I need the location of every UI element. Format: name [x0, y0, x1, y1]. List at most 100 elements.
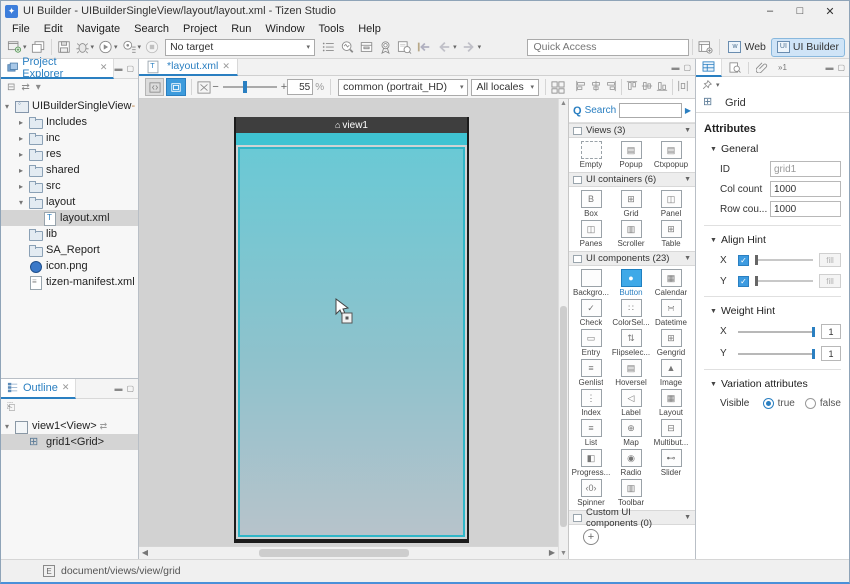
- design-canvas[interactable]: ⌂ view1: [139, 99, 558, 546]
- palette-item[interactable]: ⇅ Flipselec...: [611, 329, 651, 359]
- slider-handle[interactable]: [812, 327, 815, 337]
- maximize-view-icon[interactable]: ▢: [126, 384, 134, 393]
- palette-item[interactable]: ◫ Panel: [651, 190, 691, 220]
- scroll-up-icon[interactable]: ▲: [559, 99, 568, 109]
- menu-item[interactable]: Search: [127, 23, 176, 35]
- design-view-toggle[interactable]: [166, 78, 185, 96]
- back-button[interactable]: ▾: [434, 38, 459, 57]
- slider-handle[interactable]: [755, 255, 758, 265]
- section-variation-attributes[interactable]: ▼ Variation attributes: [710, 378, 841, 390]
- stop-button[interactable]: [143, 38, 161, 57]
- palette-item[interactable]: ▦ Calendar: [651, 269, 691, 299]
- tree-item[interactable]: icon.png: [1, 258, 138, 274]
- tree-item[interactable]: grid1 <Grid>: [1, 434, 138, 450]
- align-center-button[interactable]: [590, 80, 602, 95]
- weight-y-input[interactable]: [821, 346, 841, 361]
- save-all-button[interactable]: [29, 38, 48, 57]
- target-combo[interactable]: No target ▾: [165, 39, 315, 56]
- certificate-manager-button[interactable]: [376, 38, 395, 57]
- collapse-section-icon[interactable]: ▼: [684, 255, 691, 262]
- tab-project-explorer[interactable]: Project Explorer ✕: [1, 59, 114, 79]
- tree-item[interactable]: lib: [1, 226, 138, 242]
- tree-item[interactable]: ▸ shared: [1, 162, 138, 178]
- tree-item[interactable]: ▾ UIBuilderSingleView - mobile-4.0: [1, 98, 138, 114]
- close-icon[interactable]: ✕: [100, 62, 108, 73]
- emulator-manager-button[interactable]: [357, 38, 376, 57]
- palette-item[interactable]: ⊞ Gengrid: [651, 329, 691, 359]
- slider-handle[interactable]: [755, 276, 758, 286]
- palette-item[interactable]: B Box: [571, 190, 611, 220]
- collapse-section-icon[interactable]: ▼: [684, 176, 691, 183]
- palette-item[interactable]: ◁ Label: [611, 389, 651, 419]
- horizontal-scrollbar[interactable]: ◀ ▶: [139, 546, 558, 559]
- minimize-view-icon[interactable]: ▬: [825, 63, 833, 72]
- palette-item[interactable]: ⊟ Multibut...: [651, 419, 691, 449]
- section-align-hint[interactable]: ▼ Align Hint: [710, 234, 841, 246]
- expand-arrow-icon[interactable]: ▾: [19, 198, 29, 207]
- add-custom-component-button[interactable]: +: [571, 528, 611, 558]
- scrollbar-thumb[interactable]: [259, 549, 409, 557]
- palette-item[interactable]: ⊕ Map: [611, 419, 651, 449]
- tree-item[interactable]: ▸ res: [1, 146, 138, 162]
- run-button[interactable]: ▾: [96, 38, 120, 57]
- palette-item[interactable]: ≡ Genlist: [571, 359, 611, 389]
- device-preview[interactable]: ⌂ view1: [234, 117, 469, 543]
- chevron-down-icon[interactable]: ▾: [716, 81, 720, 89]
- minimize-button[interactable]: –: [755, 5, 785, 18]
- weight-y-slider[interactable]: [738, 353, 815, 355]
- tree-item[interactable]: ▸ Includes: [1, 114, 138, 130]
- align-x-slider[interactable]: [755, 259, 813, 261]
- scroll-down-icon[interactable]: ▼: [559, 549, 568, 559]
- menu-item[interactable]: Project: [176, 23, 224, 35]
- align-y-slider[interactable]: [755, 280, 813, 282]
- weight-x-input[interactable]: [821, 324, 841, 339]
- perspective-ui-builder-button[interactable]: UI UI Builder: [771, 38, 845, 57]
- scroll-right-icon[interactable]: ▶: [546, 547, 558, 559]
- menu-item[interactable]: Run: [224, 23, 258, 35]
- link-with-editor-icon[interactable]: ⇄: [21, 82, 29, 93]
- inspect-button[interactable]: [338, 38, 357, 57]
- palette-item[interactable]: ◉ Radio: [611, 449, 651, 479]
- menu-item[interactable]: Help: [351, 23, 388, 35]
- tab-attributes[interactable]: [696, 59, 722, 77]
- collapse-section-icon[interactable]: ▼: [684, 127, 691, 134]
- slider-handle[interactable]: [812, 349, 815, 359]
- expand-arrow-icon[interactable]: ▾: [5, 102, 15, 111]
- locale-combo[interactable]: All locales ▾: [471, 79, 539, 96]
- palette-item[interactable]: ✓ Check: [571, 299, 611, 329]
- close-button[interactable]: ✕: [815, 5, 845, 18]
- expand-arrow-icon[interactable]: ▸: [19, 134, 29, 143]
- tab-overflow-indicator[interactable]: »1: [775, 63, 790, 72]
- section-header-ui-components[interactable]: UI components (23) ▼: [569, 251, 695, 266]
- palette-item[interactable]: ▦ Layout: [651, 389, 691, 419]
- palette-item[interactable]: Backgro...: [571, 269, 611, 299]
- last-edit-location-button[interactable]: [414, 38, 434, 57]
- zoom-level-input[interactable]: [287, 79, 313, 95]
- quick-access-input[interactable]: [527, 39, 689, 56]
- menu-item[interactable]: File: [5, 23, 37, 35]
- scrollbar-thumb[interactable]: [560, 306, 567, 527]
- align-top-button[interactable]: [626, 80, 638, 95]
- zoom-out-button[interactable]: −: [212, 81, 218, 93]
- align-x-checkbox[interactable]: ✓: [738, 255, 749, 266]
- zoom-slider[interactable]: [223, 86, 277, 88]
- forward-button[interactable]: ▾: [459, 38, 484, 57]
- palette-item[interactable]: ⋮ Index: [571, 389, 611, 419]
- align-y-checkbox[interactable]: ✓: [738, 276, 749, 287]
- palette-item[interactable]: ▭ Entry: [571, 329, 611, 359]
- palette-item[interactable]: ▤ Ctxpopup: [651, 141, 691, 171]
- palette-item[interactable]: ⊷ Slider: [651, 449, 691, 479]
- palette-item[interactable]: ‹0› Spinner: [571, 479, 611, 509]
- maximize-view-icon[interactable]: ▢: [683, 63, 691, 72]
- device-resolution-combo[interactable]: common (portrait_HD) ▾: [338, 79, 468, 96]
- maximize-view-icon[interactable]: ▢: [837, 63, 845, 72]
- expand-arrow-icon[interactable]: ▸: [19, 166, 29, 175]
- palette-item[interactable]: ⊞ Grid: [611, 190, 651, 220]
- tree-item[interactable]: ▾ view1 <View> ⇄: [1, 418, 138, 434]
- grid-container-selected[interactable]: [238, 147, 465, 537]
- new-wizard-button[interactable]: ▾: [5, 38, 29, 57]
- tab-layout-xml[interactable]: *layout.xml ✕: [139, 59, 238, 76]
- source-view-toggle[interactable]: [145, 78, 164, 96]
- attribute-input[interactable]: [770, 161, 841, 177]
- minimize-view-icon[interactable]: ▬: [114, 64, 122, 73]
